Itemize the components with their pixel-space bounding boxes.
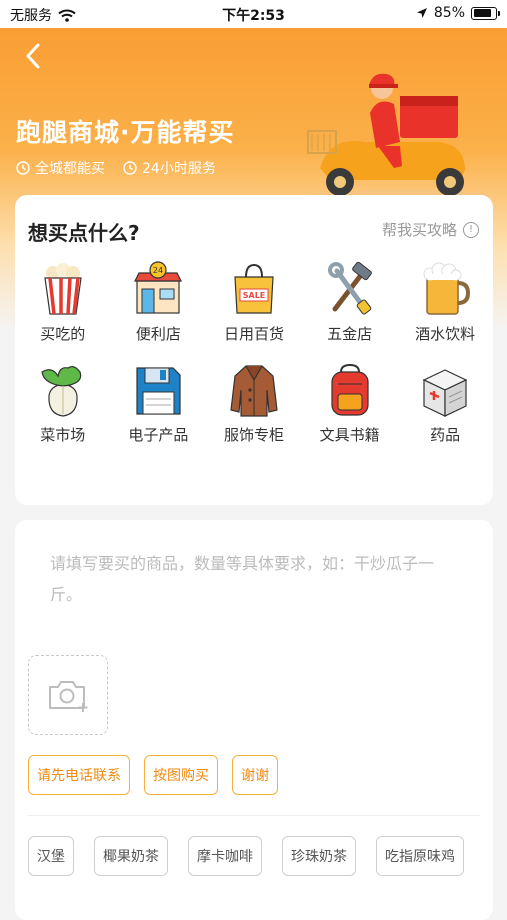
category-label: 电子产品 <box>128 426 189 444</box>
category-card: 想买点什么? 帮我买攻略 ! 买吃的 24 便利店 SALE 日用百货 五金店 … <box>15 195 493 505</box>
category-label: 服饰专柜 <box>223 426 284 444</box>
popcorn-icon <box>44 263 82 315</box>
coat-icon <box>230 365 278 417</box>
quick-note-chip[interactable]: 请先电话联系 <box>28 755 130 795</box>
battery-percent: 85% <box>433 5 465 21</box>
buy-guide-label: 帮我买攻略 <box>381 221 457 239</box>
suggested-item-chip[interactable]: 珍珠奶茶 <box>282 836 356 876</box>
add-photo-button[interactable] <box>28 655 108 735</box>
feature-citywide: 全城都能买 <box>16 158 105 178</box>
category-clothing[interactable]: 服饰专柜 <box>206 362 302 445</box>
category-label: 便利店 <box>135 325 181 343</box>
page-title: 跑腿商城·万能帮买 <box>16 118 235 147</box>
svg-text:SALE: SALE <box>243 291 266 300</box>
category-convenience-store[interactable]: 24 便利店 <box>111 261 207 344</box>
quick-note-chip[interactable]: 按图购买 <box>144 755 218 795</box>
medicine-box-icon <box>422 369 468 417</box>
convenience-store-icon: 24 <box>134 261 183 314</box>
wifi-icon <box>58 9 76 22</box>
shopping-bag-icon: SALE <box>234 263 274 314</box>
category-food[interactable]: 买吃的 <box>15 261 111 344</box>
location-arrow-icon <box>416 8 427 18</box>
clock-icon <box>123 161 137 175</box>
floppy-disk-icon <box>136 367 181 415</box>
backpack-icon <box>330 363 369 416</box>
quick-note-chip[interactable]: 谢谢 <box>232 755 278 795</box>
suggested-item-chip[interactable]: 吃指原味鸡 <box>376 836 464 876</box>
back-button[interactable] <box>18 40 50 72</box>
delivery-rider-illustration <box>307 73 490 198</box>
svg-text:24: 24 <box>153 266 163 275</box>
category-label: 买吃的 <box>40 325 86 343</box>
service-features: 全城都能买 24小时服务 <box>16 158 216 178</box>
clock-icon <box>16 161 30 175</box>
category-hardware[interactable]: 五金店 <box>302 261 398 344</box>
quick-notes: 请先电话联系 按图购买 谢谢 <box>28 755 278 795</box>
suggested-item-chip[interactable]: 摩卡咖啡 <box>188 836 262 876</box>
category-medicine[interactable]: 药品 <box>397 362 493 445</box>
buy-guide-link[interactable]: 帮我买攻略 ! <box>382 219 479 240</box>
category-label: 药品 <box>430 426 461 444</box>
category-label: 文具书籍 <box>319 426 380 444</box>
category-label: 日用百货 <box>223 325 284 343</box>
feature-label: 全城都能买 <box>35 161 105 177</box>
info-icon: ! <box>463 221 479 238</box>
chevron-left-icon <box>26 43 40 69</box>
category-grid: 买吃的 24 便利店 SALE 日用百货 五金店 酒水饮料 菜市场 电子产品 服… <box>15 261 493 445</box>
camera-add-icon <box>49 681 88 712</box>
suggested-items: 汉堡 椰果奶茶 摩卡咖啡 珍珠奶茶 吃指原味鸡 <box>28 836 464 876</box>
order-input-card: 请填写要买的商品，数量等具体要求，如：干炒瓜子一斤。 请先电话联系 按图购买 谢… <box>15 520 493 920</box>
category-label: 酒水饮料 <box>415 325 476 343</box>
category-stationery[interactable]: 文具书籍 <box>302 362 398 445</box>
category-title: 想买点什么? <box>28 221 140 245</box>
cabbage-icon <box>41 366 82 417</box>
suggested-item-chip[interactable]: 椰果奶茶 <box>94 836 168 876</box>
category-label: 菜市场 <box>40 426 86 444</box>
category-label: 五金店 <box>327 325 373 343</box>
category-daily-goods[interactable]: SALE 日用百货 <box>206 261 302 344</box>
category-electronics[interactable]: 电子产品 <box>111 362 207 445</box>
category-drinks[interactable]: 酒水饮料 <box>397 261 493 344</box>
order-description-input[interactable]: 请填写要买的商品，数量等具体要求，如：干炒瓜子一斤。 <box>50 548 460 610</box>
carrier-label: 无服务 <box>10 8 52 24</box>
category-market[interactable]: 菜市场 <box>15 362 111 445</box>
feature-24h: 24小时服务 <box>123 158 216 178</box>
status-bar: 无服务 下午2:53 85% <box>0 0 507 28</box>
hammer-wrench-icon <box>327 261 372 315</box>
feature-label: 24小时服务 <box>142 161 216 177</box>
divider <box>28 815 480 816</box>
suggested-item-chip[interactable]: 汉堡 <box>28 836 74 876</box>
battery-icon <box>471 6 500 20</box>
beer-mug-icon <box>423 262 471 315</box>
